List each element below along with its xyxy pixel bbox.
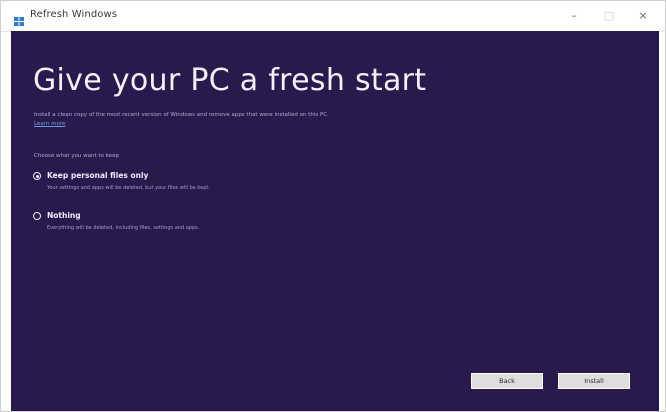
back-button[interactable]: Back bbox=[471, 373, 543, 389]
choose-label: Choose what you want to keep bbox=[34, 153, 119, 159]
minimize-button[interactable]: – bbox=[566, 8, 582, 24]
page-description: Install a clean copy of the most recent … bbox=[34, 111, 474, 129]
option-label: Keep personal files only bbox=[47, 171, 149, 180]
title-bar[interactable]: Refresh Windows – □ × bbox=[1, 1, 665, 32]
radio-selected-icon[interactable] bbox=[33, 172, 41, 180]
description-text: Install a clean copy of the most recent … bbox=[34, 112, 329, 118]
page-title: Give your PC a fresh start bbox=[33, 63, 427, 98]
install-button[interactable]: Install bbox=[558, 373, 630, 389]
refresh-windows-window: Refresh Windows – □ × Give your PC a fre… bbox=[0, 0, 666, 412]
option-label: Nothing bbox=[47, 211, 81, 220]
radio-unselected-icon[interactable] bbox=[33, 212, 41, 220]
option-description: Your settings and apps will be deleted, … bbox=[47, 185, 210, 191]
option-description: Everything will be deleted, including fi… bbox=[47, 225, 200, 231]
close-button[interactable]: × bbox=[635, 8, 651, 24]
window-title: Refresh Windows bbox=[30, 9, 118, 20]
windows-logo-icon bbox=[14, 11, 24, 26]
learn-more-link[interactable]: Learn more bbox=[34, 121, 65, 127]
content-area: Give your PC a fresh start Install a cle… bbox=[11, 31, 659, 411]
maximize-button[interactable]: □ bbox=[601, 8, 617, 24]
